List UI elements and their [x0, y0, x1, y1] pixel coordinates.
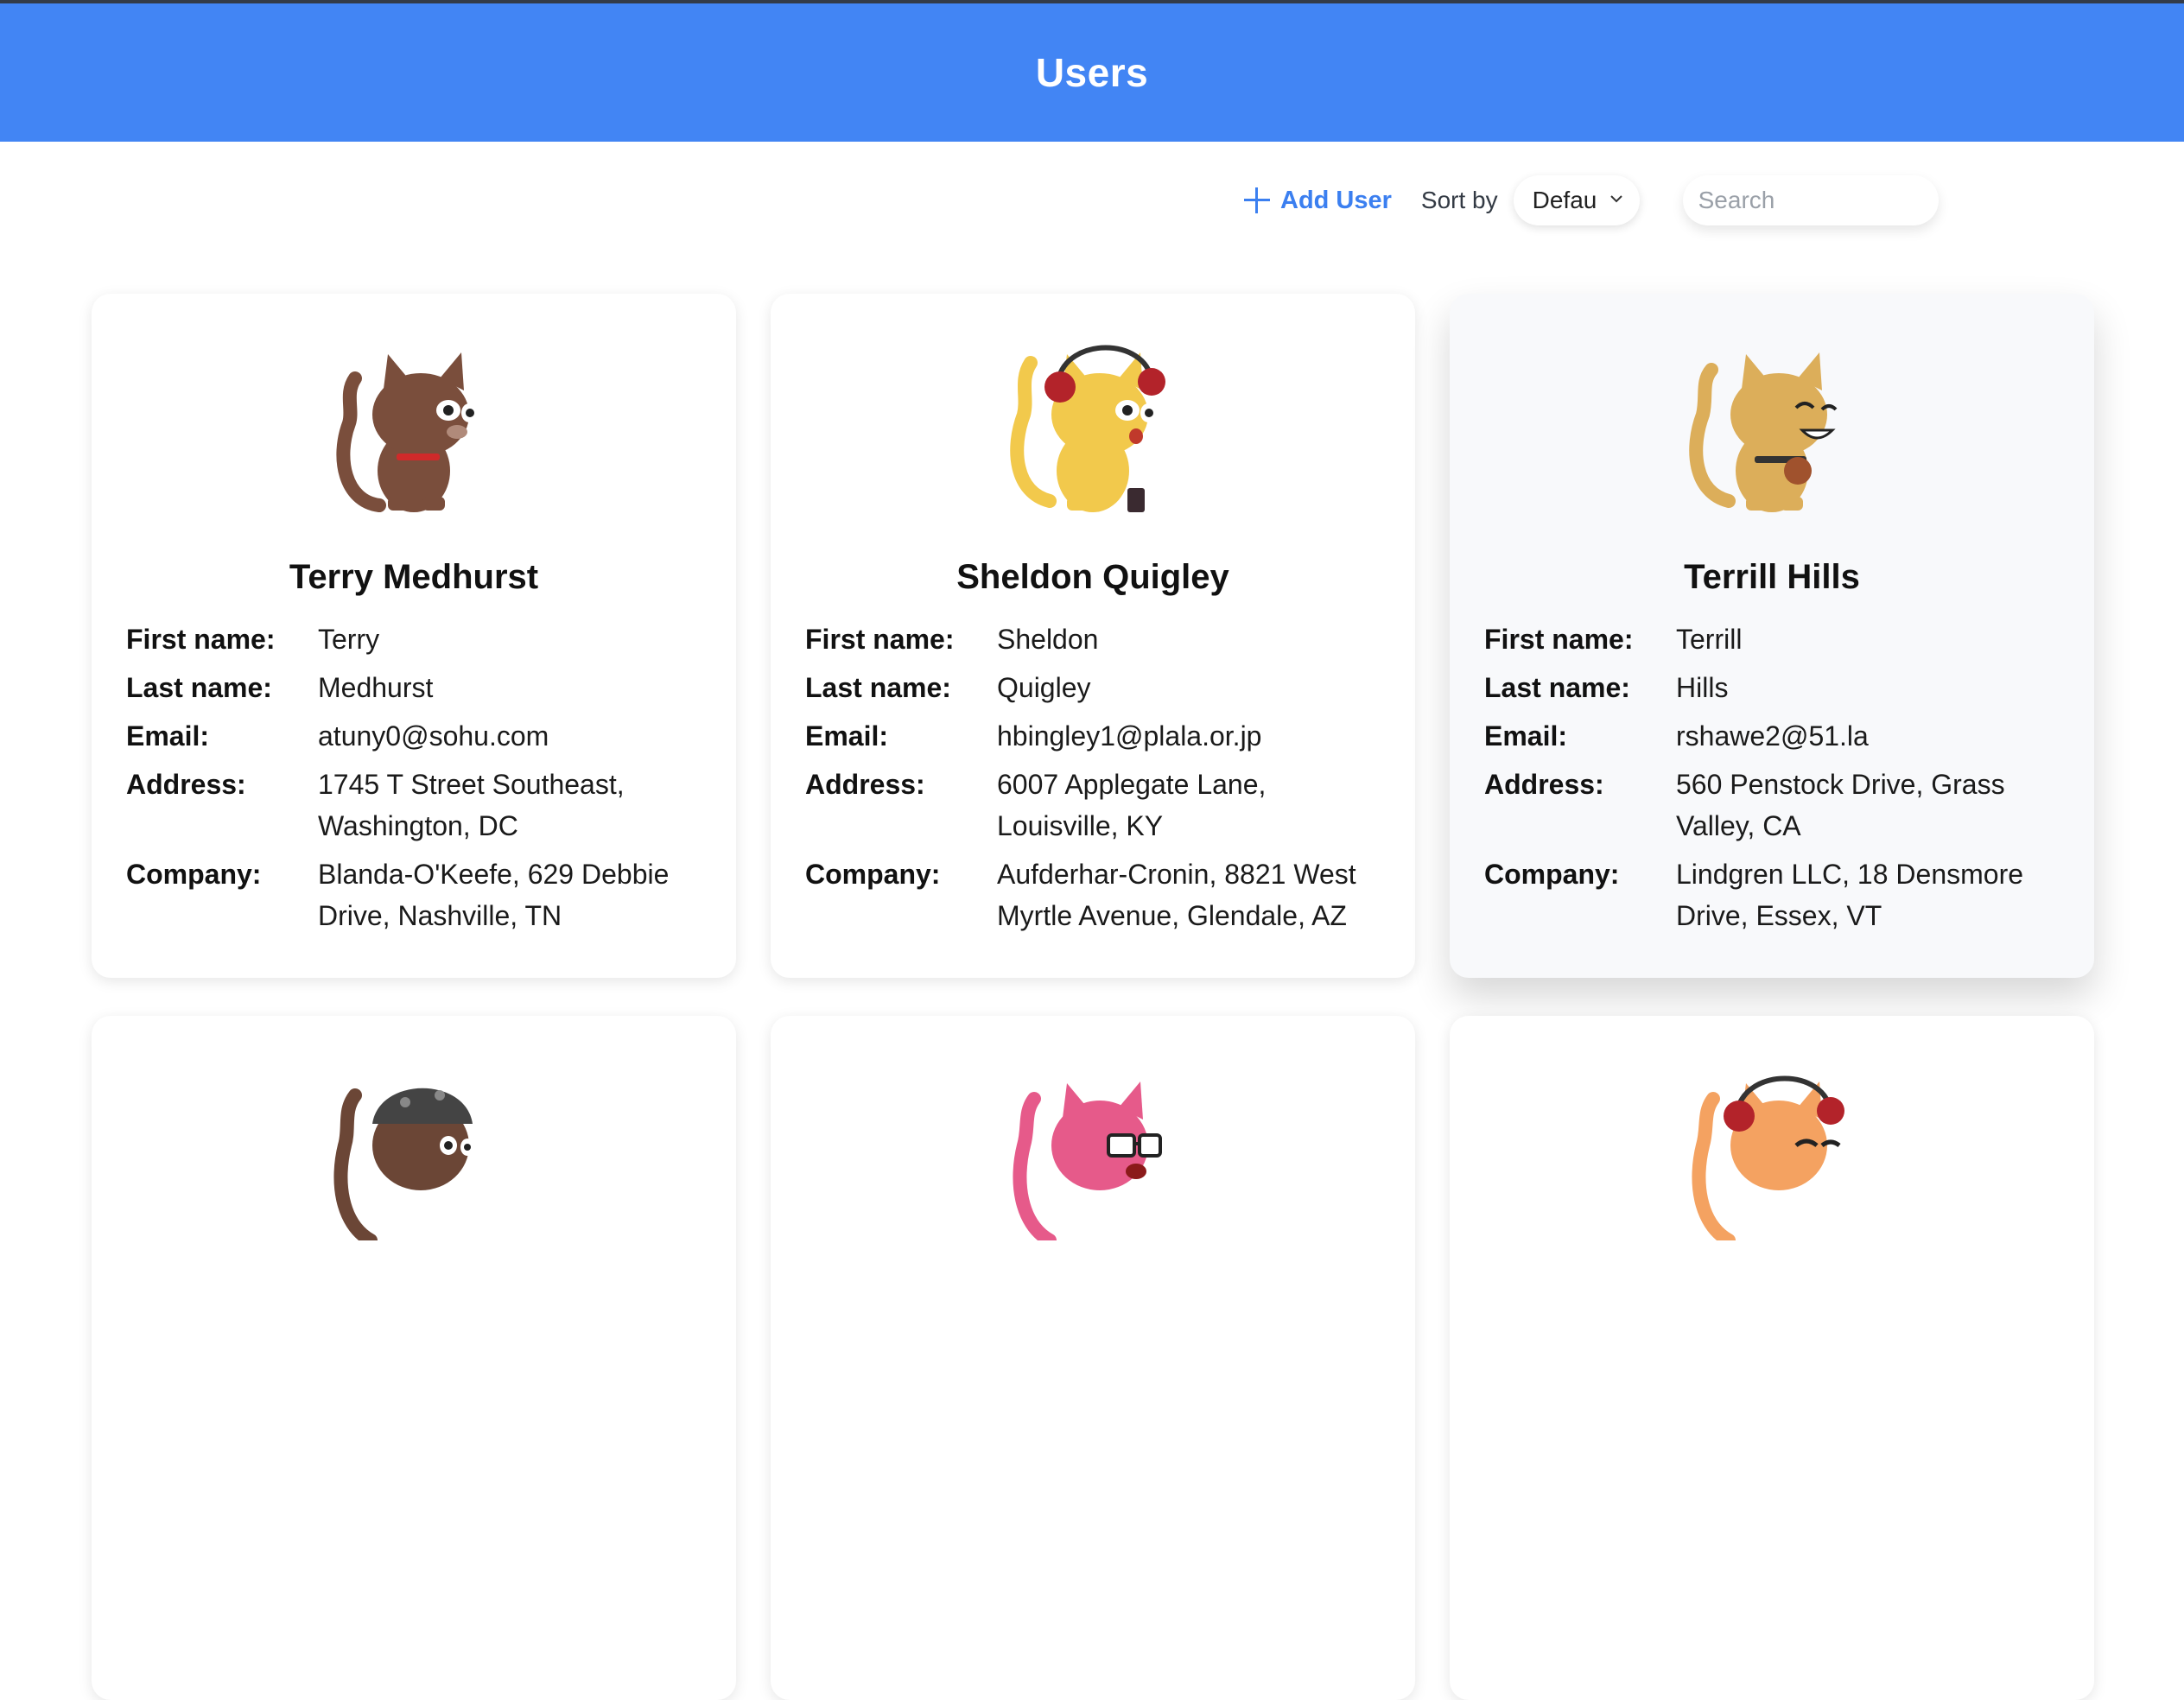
- first-name-label: First name:: [126, 624, 276, 655]
- email-label: Email:: [805, 720, 889, 752]
- company-row: Company: Aufderhar-Cronin, 8821 West Myr…: [805, 853, 1384, 936]
- company-row: Company: Blanda-O'Keefe, 629 Debbie Driv…: [126, 853, 705, 936]
- last-name-label: Last name:: [805, 672, 951, 703]
- user-details: First name: Sheldon Last name: Quigley E…: [805, 618, 1384, 943]
- company-value: Aufderhar-Cronin, 8821 West Myrtle Avenu…: [997, 859, 1356, 931]
- email-row: Email: rshawe2@51.la: [1484, 715, 2063, 757]
- first-name-label: First name:: [805, 624, 955, 655]
- search-box: [1682, 175, 1939, 225]
- first-name-row: First name: Terrill: [1484, 618, 2063, 660]
- user-full-name: Terry Medhurst: [289, 558, 539, 596]
- first-name-row: First name: Terry: [126, 618, 705, 660]
- email-value: rshawe2@51.la: [1676, 720, 1869, 752]
- add-user-button[interactable]: Add User: [1244, 187, 1392, 215]
- user-full-name: Sheldon Quigley: [956, 558, 1229, 596]
- plus-icon: [1244, 187, 1270, 213]
- user-avatar: [1692, 1075, 1844, 1240]
- user-card[interactable]: Terrill Hills First name: Terrill Last n…: [1450, 294, 2094, 978]
- first-name-value: Terry: [318, 624, 380, 655]
- first-name-label: First name:: [1484, 624, 1634, 655]
- first-name-row: First name: Sheldon: [805, 618, 1384, 660]
- company-row: Company: Lindgren LLC, 18 Densmore Drive…: [1484, 853, 2063, 936]
- email-value: atuny0@sohu.com: [318, 720, 549, 752]
- sort-label: Sort by: [1420, 187, 1498, 213]
- page-header: Users: [0, 3, 2184, 142]
- company-value: Blanda-O'Keefe, 629 Debbie Drive, Nashvi…: [318, 859, 670, 931]
- user-details: First name: Terry Last name: Medhurst Em…: [126, 618, 705, 943]
- user-avatar: [1010, 345, 1165, 512]
- address-value: 6007 Applegate Lane, Louisville, KY: [997, 769, 1267, 841]
- user-avatar: [1013, 1082, 1162, 1240]
- first-name-value: Sheldon: [997, 624, 1099, 655]
- address-label: Address:: [126, 769, 246, 800]
- email-value: hbingley1@plala.or.jp: [997, 720, 1262, 752]
- user-avatar: [336, 352, 477, 512]
- user-card[interactable]: [771, 1016, 1415, 1700]
- user-card[interactable]: Sheldon Quigley First name: Sheldon Last…: [771, 294, 1415, 978]
- search-input[interactable]: [1698, 179, 1923, 222]
- sort-select[interactable]: Default: [1513, 175, 1640, 225]
- last-name-row: Last name: Medhurst: [126, 667, 705, 708]
- page-title: Users: [1035, 50, 1149, 95]
- address-value: 1745 T Street Southeast, Washington, DC: [318, 769, 625, 841]
- toolbar: Add User Sort by Default: [1244, 173, 1939, 228]
- email-label: Email:: [1484, 720, 1568, 752]
- last-name-label: Last name:: [126, 672, 272, 703]
- user-full-name: Terrill Hills: [1684, 558, 1860, 596]
- last-name-label: Last name:: [1484, 672, 1630, 703]
- company-label: Company:: [126, 859, 262, 890]
- first-name-value: Terrill: [1676, 624, 1743, 655]
- chevron-down-icon: [1609, 195, 1622, 203]
- last-name-value: Medhurst: [318, 672, 434, 703]
- user-avatar: [1689, 352, 1838, 512]
- user-card[interactable]: Terry Medhurst First name: Terry Last na…: [92, 294, 736, 978]
- last-name-value: Quigley: [997, 672, 1091, 703]
- company-label: Company:: [805, 859, 941, 890]
- add-user-label: Add User: [1280, 186, 1392, 214]
- address-label: Address:: [805, 769, 925, 800]
- email-row: Email: hbingley1@plala.or.jp: [805, 715, 1384, 757]
- last-name-value: Hills: [1676, 672, 1729, 703]
- company-value: Lindgren LLC, 18 Densmore Drive, Essex, …: [1676, 859, 2024, 931]
- email-row: Email: atuny0@sohu.com: [126, 715, 705, 757]
- user-details: First name: Terrill Last name: Hills Ema…: [1484, 618, 2063, 943]
- user-avatar: [333, 1088, 474, 1240]
- address-value: 560 Penstock Drive, Grass Valley, CA: [1676, 769, 2005, 841]
- address-row: Address: 6007 Applegate Lane, Louisville…: [805, 764, 1384, 847]
- user-card[interactable]: [92, 1016, 736, 1700]
- email-label: Email:: [126, 720, 210, 752]
- user-card[interactable]: [1450, 1016, 2094, 1700]
- sort-select-value: Default: [1532, 187, 1598, 213]
- last-name-row: Last name: Quigley: [805, 667, 1384, 708]
- address-label: Address:: [1484, 769, 1604, 800]
- last-name-row: Last name: Hills: [1484, 667, 2063, 708]
- address-row: Address: 1745 T Street Southeast, Washin…: [126, 764, 705, 847]
- company-label: Company:: [1484, 859, 1620, 890]
- address-row: Address: 560 Penstock Drive, Grass Valle…: [1484, 764, 2063, 847]
